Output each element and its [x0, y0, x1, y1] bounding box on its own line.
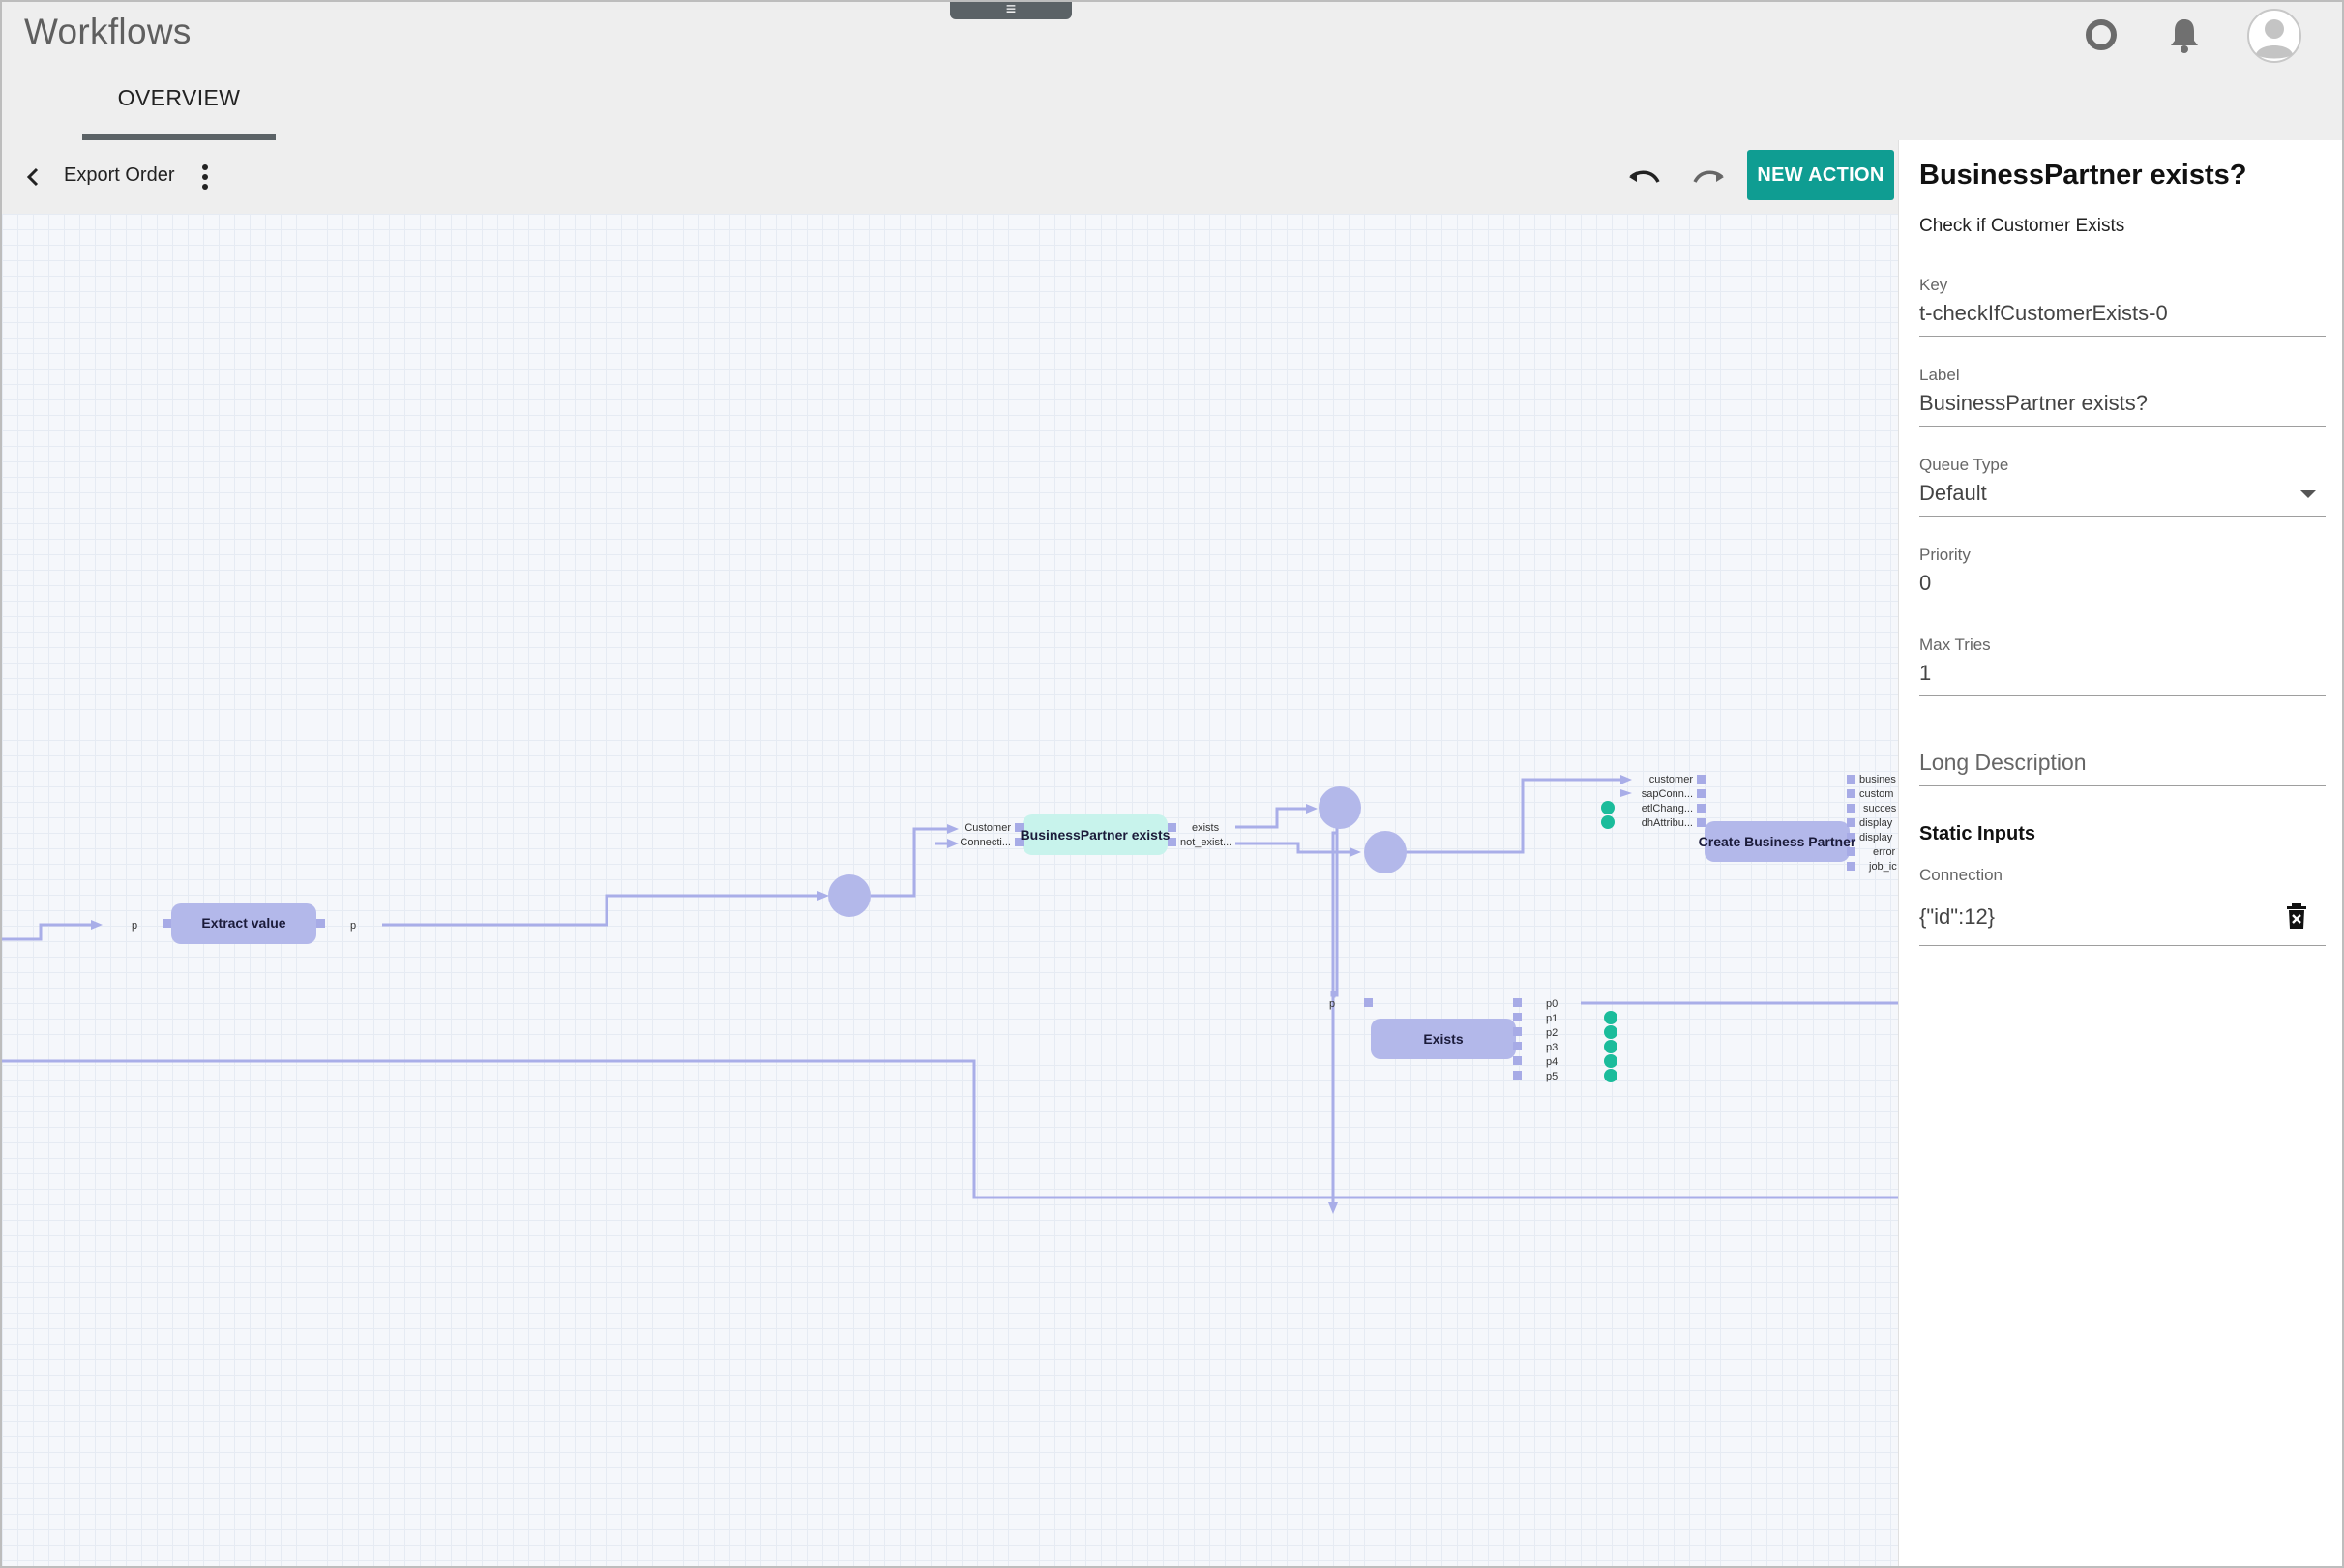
- chevron-left-icon: [26, 167, 39, 187]
- port-label: customer: [1649, 774, 1694, 785]
- long-description-field[interactable]: Long Description: [1919, 750, 2326, 786]
- workflow-canvas[interactable]: p p Extract value Customer Connecti... e…: [2, 214, 1898, 1566]
- back-button[interactable]: [19, 160, 46, 194]
- app-title: Workflows: [24, 12, 192, 51]
- node-create-business-partner[interactable]: customer sapConn... etlChang... dhAttrib…: [1601, 774, 1897, 873]
- node-businesspartner-exists[interactable]: Customer Connecti... exists not_exist...…: [960, 814, 1231, 855]
- workflow-name: Export Order: [64, 164, 175, 186]
- node-extract-value[interactable]: p p Extract value: [132, 903, 356, 944]
- priority-value[interactable]: 0: [1919, 571, 2326, 606]
- add-port-icon[interactable]: [1604, 1011, 1617, 1082]
- workflow-toolbar: Export Order NEW ACTION: [2, 140, 1898, 214]
- port-label: p: [350, 920, 356, 932]
- undo-icon: [1629, 170, 1660, 183]
- label-field[interactable]: Label BusinessPartner exists?: [1919, 366, 2326, 427]
- port-label: etlChang...: [1642, 803, 1693, 814]
- avatar-icon[interactable]: [2244, 6, 2304, 66]
- node-label: Exists: [1423, 1031, 1463, 1047]
- key-value[interactable]: t-checkIfCustomerExists-0: [1919, 301, 2326, 336]
- connection-field[interactable]: Connection {"id":12}: [1919, 866, 2326, 946]
- port-label: busines: [1859, 774, 1896, 785]
- workflow-graph[interactable]: p p Extract value Customer Connecti... e…: [2, 214, 1898, 1566]
- port-label: error: [1873, 846, 1896, 858]
- panel-subtitle: Check if Customer Exists: [1919, 216, 2125, 236]
- port-label: not_exist...: [1180, 837, 1231, 848]
- edge: [1387, 778, 1627, 854]
- port-label: p0: [1546, 998, 1558, 1010]
- router-node: [828, 874, 871, 917]
- redo-icon: [1693, 170, 1724, 183]
- connection-label: Connection: [1919, 866, 2003, 884]
- priority-field[interactable]: Priority 0: [1919, 546, 2326, 606]
- priority-label: Priority: [1919, 546, 1971, 564]
- label-value[interactable]: BusinessPartner exists?: [1919, 391, 2326, 426]
- port-label: p: [1329, 998, 1335, 1010]
- port-label: custom: [1859, 788, 1893, 800]
- edge: [2, 923, 99, 941]
- port-label: succes: [1863, 803, 1897, 814]
- properties-panel: BusinessPartner exists? Check if Custome…: [1898, 140, 2342, 1566]
- port-label: p: [132, 920, 137, 932]
- tab-overview[interactable]: OVERVIEW: [82, 85, 276, 141]
- queue-type-label: Queue Type: [1919, 456, 2009, 474]
- more-options-button[interactable]: [192, 160, 219, 194]
- circle-status-icon[interactable]: [2080, 14, 2122, 56]
- router-node: [1364, 831, 1407, 873]
- undo-button[interactable]: [1623, 160, 1666, 194]
- add-port-icon[interactable]: [1601, 801, 1615, 829]
- queue-type-select[interactable]: Queue Type Default: [1919, 456, 2326, 517]
- drawer-handle[interactable]: ≡: [950, 0, 1072, 19]
- port-label: p2: [1546, 1027, 1558, 1039]
- kebab-menu-icon: [202, 164, 208, 190]
- port-label: Connecti...: [960, 837, 1011, 848]
- port-label: p4: [1546, 1056, 1558, 1068]
- trash-icon: [2287, 903, 2306, 929]
- delete-connection-button[interactable]: [2283, 901, 2310, 932]
- port-label: Customer: [964, 822, 1011, 834]
- port-label: dhAttribu...: [1642, 817, 1693, 829]
- edge: [382, 894, 824, 927]
- edge: [871, 827, 955, 898]
- router-node: [1319, 786, 1361, 829]
- new-action-button[interactable]: NEW ACTION: [1747, 150, 1894, 200]
- edge: [1235, 807, 1313, 829]
- node-exists[interactable]: p p0 p1 p2 p3 p4 p5 Exists: [1329, 998, 1617, 1082]
- key-field[interactable]: Key t-checkIfCustomerExists-0: [1919, 276, 2326, 337]
- port-label: display: [1859, 832, 1893, 843]
- long-description-placeholder[interactable]: Long Description: [1919, 750, 2326, 785]
- node-label: BusinessPartner exists: [1021, 827, 1171, 843]
- max-tries-field[interactable]: Max Tries 1: [1919, 636, 2326, 696]
- port-label: p3: [1546, 1042, 1558, 1053]
- queue-type-value[interactable]: Default: [1919, 481, 2326, 516]
- key-label: Key: [1919, 276, 1948, 294]
- static-inputs-title: Static Inputs: [1919, 823, 2036, 844]
- node-label: Create Business Partner: [1699, 834, 1856, 849]
- app-header: Workflows ≡ OVERVIEW: [0, 0, 2344, 141]
- max-tries-value[interactable]: 1: [1919, 661, 2326, 695]
- panel-title: BusinessPartner exists?: [1919, 160, 2247, 191]
- port-label: sapConn...: [1642, 788, 1693, 800]
- redo-button[interactable]: [1687, 160, 1730, 194]
- port-label: job_ic: [1868, 861, 1897, 873]
- port-label: p5: [1546, 1071, 1558, 1082]
- connection-value[interactable]: {"id":12}: [1919, 891, 2326, 945]
- tab-overview-label: OVERVIEW: [117, 85, 241, 110]
- dropdown-arrow-icon[interactable]: [2300, 490, 2316, 498]
- port-label: exists: [1192, 822, 1220, 834]
- bell-icon[interactable]: [2163, 14, 2206, 56]
- label-label: Label: [1919, 366, 1960, 384]
- port-label: p1: [1546, 1013, 1558, 1024]
- node-label: Extract value: [201, 915, 285, 931]
- max-tries-label: Max Tries: [1919, 636, 1991, 654]
- port-label: display: [1859, 817, 1893, 829]
